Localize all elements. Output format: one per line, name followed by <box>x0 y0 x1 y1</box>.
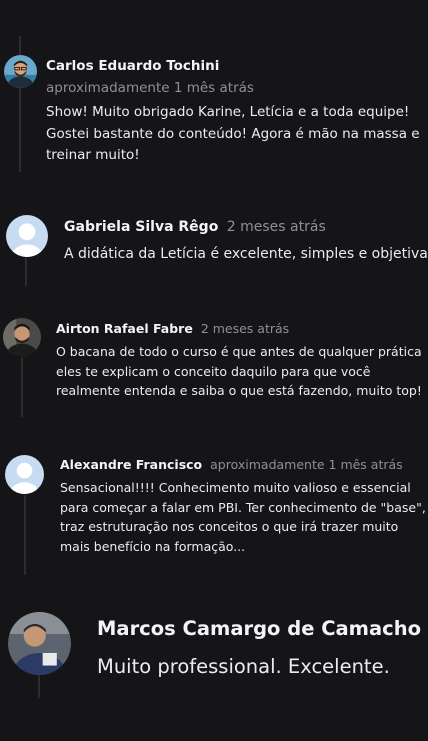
avatar[interactable] <box>4 55 37 88</box>
comment-text: Muito professional. Excelente. <box>97 655 390 678</box>
comment-item: Airton Rafael Fabre 2 meses atrás O baca… <box>56 320 428 401</box>
comment-author[interactable]: Airton Rafael Fabre <box>56 321 193 336</box>
comment-item: Marcos Camargo de Camacho Muito professi… <box>97 614 428 682</box>
comment-timestamp: aproximadamente 1 mês atrás <box>46 80 254 96</box>
comments-feed: Carlos Eduardo Tochini aproximadamente 1… <box>0 0 428 741</box>
comment-timestamp: 2 meses atrás <box>226 219 326 235</box>
comment-item: Alexandre Francisco aproximadamente 1 mê… <box>60 456 428 556</box>
comment-text: A didática da Letícia é excelente, simpl… <box>64 246 428 262</box>
thread-connector <box>25 258 27 286</box>
comment-item: Carlos Eduardo Tochini aproximadamente 1… <box>46 56 428 167</box>
comment-timestamp: aproximadamente 1 mês atrás <box>210 457 403 472</box>
avatar[interactable] <box>3 318 41 356</box>
user-photo-icon <box>3 318 41 356</box>
comment-author[interactable]: Gabriela Silva Rêgo <box>64 219 218 235</box>
comment-text: Sensacional!!!! Conhecimento muito valio… <box>60 480 426 554</box>
comment-item: Gabriela Silva Rêgo 2 meses atrás A didá… <box>64 216 428 265</box>
comment-text: O bacana de todo o curso é que antes de … <box>56 344 422 398</box>
comment-text: Show! Muito obrigado Karine, Letícia e a… <box>46 104 420 163</box>
comment-author[interactable]: Carlos Eduardo Tochini <box>46 56 428 76</box>
comment-author[interactable]: Alexandre Francisco <box>60 457 202 472</box>
avatar[interactable] <box>5 455 44 494</box>
avatar[interactable] <box>6 215 48 257</box>
avatar[interactable] <box>8 612 71 675</box>
thread-connector <box>38 674 40 698</box>
comment-author[interactable]: Marcos Camargo de Camacho <box>97 614 428 644</box>
user-photo-icon <box>8 612 71 675</box>
thread-connector <box>21 357 23 417</box>
default-user-avatar-icon <box>6 215 48 257</box>
user-photo-icon <box>4 55 37 88</box>
default-user-avatar-icon <box>5 455 44 494</box>
comment-timestamp: 2 meses atrás <box>200 321 290 336</box>
thread-connector <box>24 495 26 575</box>
